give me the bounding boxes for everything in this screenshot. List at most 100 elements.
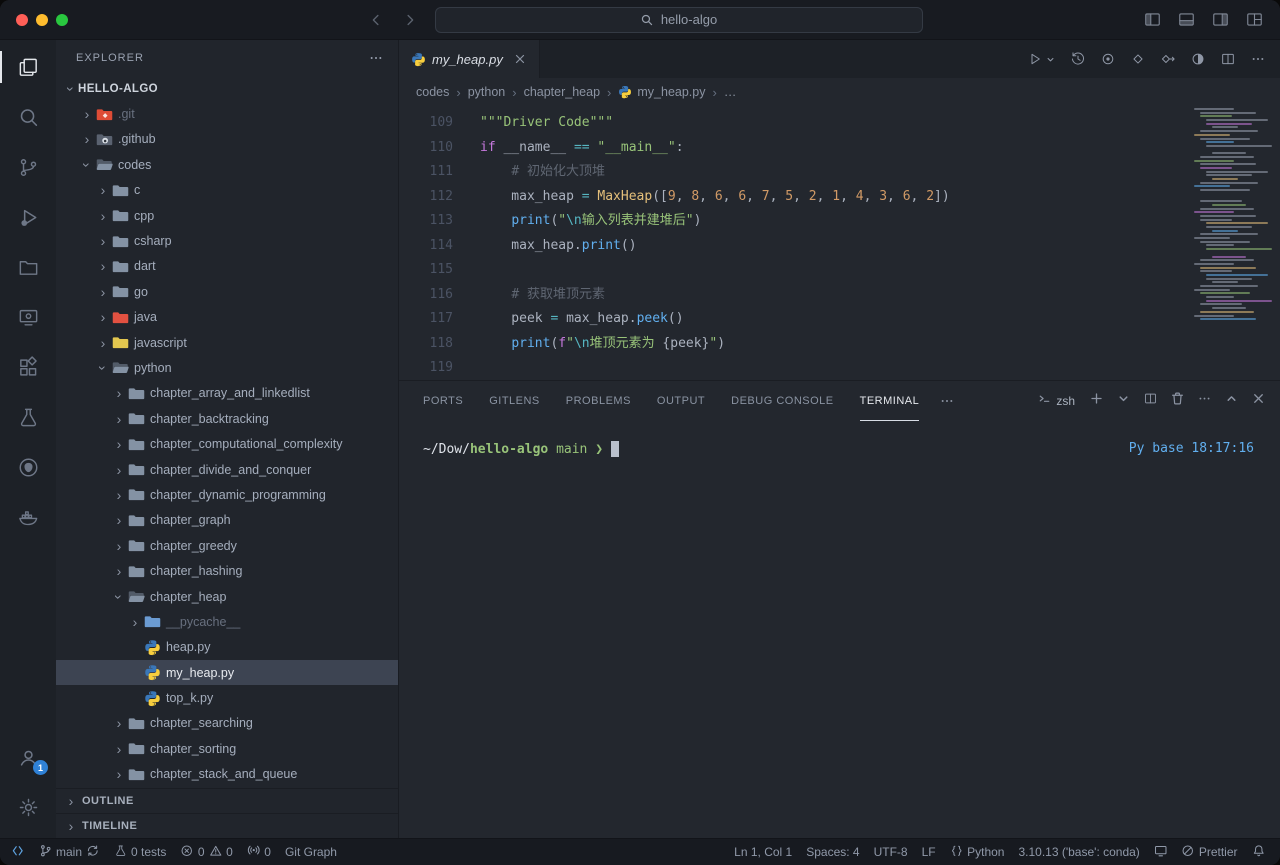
git-branch-status[interactable]: main xyxy=(32,839,107,865)
line-number[interactable]: 115 xyxy=(399,258,453,283)
activity-docker-icon[interactable] xyxy=(0,492,56,542)
code-line-114[interactable]: 114 max_heap.print() xyxy=(399,234,1280,259)
tree-item-hello-algo[interactable]: ›HELLO-ALGO xyxy=(56,76,398,101)
activity-explorer-icon[interactable] xyxy=(0,42,56,92)
code-line-111[interactable]: 111 # 初始化大顶堆 xyxy=(399,160,1280,185)
language-mode[interactable]: Python xyxy=(943,839,1012,865)
tree-item-chapter-hashing[interactable]: ›chapter_hashing xyxy=(56,558,398,583)
tree-item-chapter-array-and-linkedlist[interactable]: ›chapter_array_and_linkedlist xyxy=(56,381,398,406)
tree-item-java[interactable]: ›java xyxy=(56,305,398,330)
open-changes-button[interactable] xyxy=(1130,51,1146,67)
tab-my-heap-py[interactable]: my_heap.py xyxy=(399,40,540,78)
more-editor-actions-button[interactable] xyxy=(1250,51,1266,67)
activity-accounts-icon[interactable]: 1 xyxy=(0,732,56,782)
code-line-110[interactable]: 110if __name__ == "__main__": xyxy=(399,136,1280,161)
toggle-panel-button[interactable] xyxy=(1177,10,1196,29)
toggle-secondary-sidebar-button[interactable] xyxy=(1211,10,1230,29)
line-number[interactable]: 114 xyxy=(399,234,453,259)
panel-tab-debug-console[interactable]: DEBUG CONSOLE xyxy=(731,381,833,421)
tree-item-c[interactable]: ›c xyxy=(56,178,398,203)
tree-item-chapter-stack-and-queue[interactable]: ›chapter_stack_and_queue xyxy=(56,762,398,787)
activity-run-and-debug-icon[interactable] xyxy=(0,192,56,242)
tree-item-chapter-sorting[interactable]: ›chapter_sorting xyxy=(56,736,398,761)
ports-status[interactable]: 0 xyxy=(240,839,278,865)
line-number[interactable]: 118 xyxy=(399,332,453,357)
tree-item-my-heap-py[interactable]: my_heap.py xyxy=(56,660,398,685)
close-tab-icon[interactable] xyxy=(513,52,527,66)
customize-layout-button[interactable] xyxy=(1245,10,1264,29)
breadcrumb-item-[interactable]: … xyxy=(724,85,737,99)
tree-item-pycache[interactable]: ›__pycache__ xyxy=(56,609,398,634)
line-number[interactable]: 116 xyxy=(399,283,453,308)
screencast-status[interactable] xyxy=(1147,839,1175,865)
code-line-115[interactable]: 115 xyxy=(399,258,1280,283)
tree-item-chapter-graph[interactable]: ›chapter_graph xyxy=(56,508,398,533)
panel-tab-terminal[interactable]: TERMINAL xyxy=(860,381,920,421)
notifications[interactable] xyxy=(1245,839,1273,865)
tree-item-chapter-greedy[interactable]: ›chapter_greedy xyxy=(56,533,398,558)
terminal-launch-profile[interactable]: zsh xyxy=(1037,391,1077,411)
file-history-button[interactable] xyxy=(1070,51,1086,67)
panel-more-actions-button[interactable] xyxy=(1197,391,1212,411)
encoding[interactable]: UTF-8 xyxy=(867,839,915,865)
explorer-more-actions-icon[interactable] xyxy=(368,50,384,66)
zoom-window-button[interactable] xyxy=(56,14,68,26)
tree-item-csharp[interactable]: ›csharp xyxy=(56,228,398,253)
eol-sequence[interactable]: LF xyxy=(915,839,943,865)
split-terminal-button[interactable] xyxy=(1143,391,1158,411)
close-panel-button[interactable] xyxy=(1251,391,1266,411)
new-terminal-button[interactable] xyxy=(1089,391,1104,411)
tree-item-cpp[interactable]: ›cpp xyxy=(56,203,398,228)
code-editor[interactable]: 109"""Driver Code"""110if __name__ == "_… xyxy=(399,106,1280,380)
code-line-118[interactable]: 118 print(f"\n堆顶元素为 {peek}") xyxy=(399,332,1280,357)
minimize-window-button[interactable] xyxy=(36,14,48,26)
code-line-113[interactable]: 113 print("\n输入列表并建堆后") xyxy=(399,209,1280,234)
line-number[interactable]: 117 xyxy=(399,307,453,332)
go-forward-button[interactable] xyxy=(401,11,419,29)
run-python-file-button[interactable] xyxy=(1027,51,1056,67)
git-graph-status[interactable]: Git Graph xyxy=(278,839,344,865)
prettier-status[interactable]: Prettier xyxy=(1174,839,1244,865)
timeline-section-header[interactable]: › TIMELINE xyxy=(56,813,398,838)
activity-source-control-icon[interactable] xyxy=(0,142,56,192)
tree-item-chapter-dynamic-programming[interactable]: ›chapter_dynamic_programming xyxy=(56,482,398,507)
toggle-primary-sidebar-button[interactable] xyxy=(1143,10,1162,29)
activity-file-manager-icon[interactable] xyxy=(0,242,56,292)
activity-github-icon[interactable] xyxy=(0,442,56,492)
tree-item-go[interactable]: ›go xyxy=(56,279,398,304)
gitlens-commit-graph-button[interactable] xyxy=(1100,51,1116,67)
code-line-109[interactable]: 109"""Driver Code""" xyxy=(399,111,1280,136)
line-number[interactable]: 119 xyxy=(399,356,453,380)
tree-item-chapter-backtracking[interactable]: ›chapter_backtracking xyxy=(56,406,398,431)
tree-item-git[interactable]: ›.git xyxy=(56,101,398,126)
tree-item-top-k-py[interactable]: top_k.py xyxy=(56,685,398,710)
tree-item-chapter-heap[interactable]: ›chapter_heap xyxy=(56,584,398,609)
split-editor-button[interactable] xyxy=(1220,51,1236,67)
tree-item-python[interactable]: ›python xyxy=(56,355,398,380)
go-back-button[interactable] xyxy=(367,11,385,29)
terminal-profile-dropdown[interactable] xyxy=(1116,391,1131,411)
command-center-search[interactable]: hello-algo xyxy=(435,7,923,33)
breadcrumb-item-codes[interactable]: codes xyxy=(416,85,449,99)
tests-status[interactable]: 0 tests xyxy=(107,839,174,865)
tree-item-chapter-computational-complexity[interactable]: ›chapter_computational_complexity xyxy=(56,431,398,456)
activity-search-icon[interactable] xyxy=(0,92,56,142)
tree-item-javascript[interactable]: ›javascript xyxy=(56,330,398,355)
tree-item-chapter-divide-and-conquer[interactable]: ›chapter_divide_and_conquer xyxy=(56,457,398,482)
activity-testing-icon[interactable] xyxy=(0,392,56,442)
line-number[interactable]: 110 xyxy=(399,136,453,161)
panel-tab-problems[interactable]: PROBLEMS xyxy=(566,381,631,421)
tree-item-heap-py[interactable]: heap.py xyxy=(56,635,398,660)
code-line-116[interactable]: 116 # 获取堆顶元素 xyxy=(399,283,1280,308)
toggle-file-blame-button[interactable] xyxy=(1190,51,1206,67)
panel-tab-gitlens[interactable]: GITLENS xyxy=(489,381,540,421)
minimap[interactable] xyxy=(1194,108,1274,322)
activity-settings-icon[interactable] xyxy=(0,782,56,832)
code-line-119[interactable]: 119 xyxy=(399,356,1280,380)
maximize-panel-button[interactable] xyxy=(1224,391,1239,411)
line-number[interactable]: 111 xyxy=(399,160,453,185)
panel-tab-ports[interactable]: PORTS xyxy=(423,381,463,421)
tree-item-chapter-searching[interactable]: ›chapter_searching xyxy=(56,711,398,736)
terminal[interactable]: ~/Dow/hello-algo main ❯ Py base 18:17:16 xyxy=(399,421,1280,838)
line-number[interactable]: 113 xyxy=(399,209,453,234)
